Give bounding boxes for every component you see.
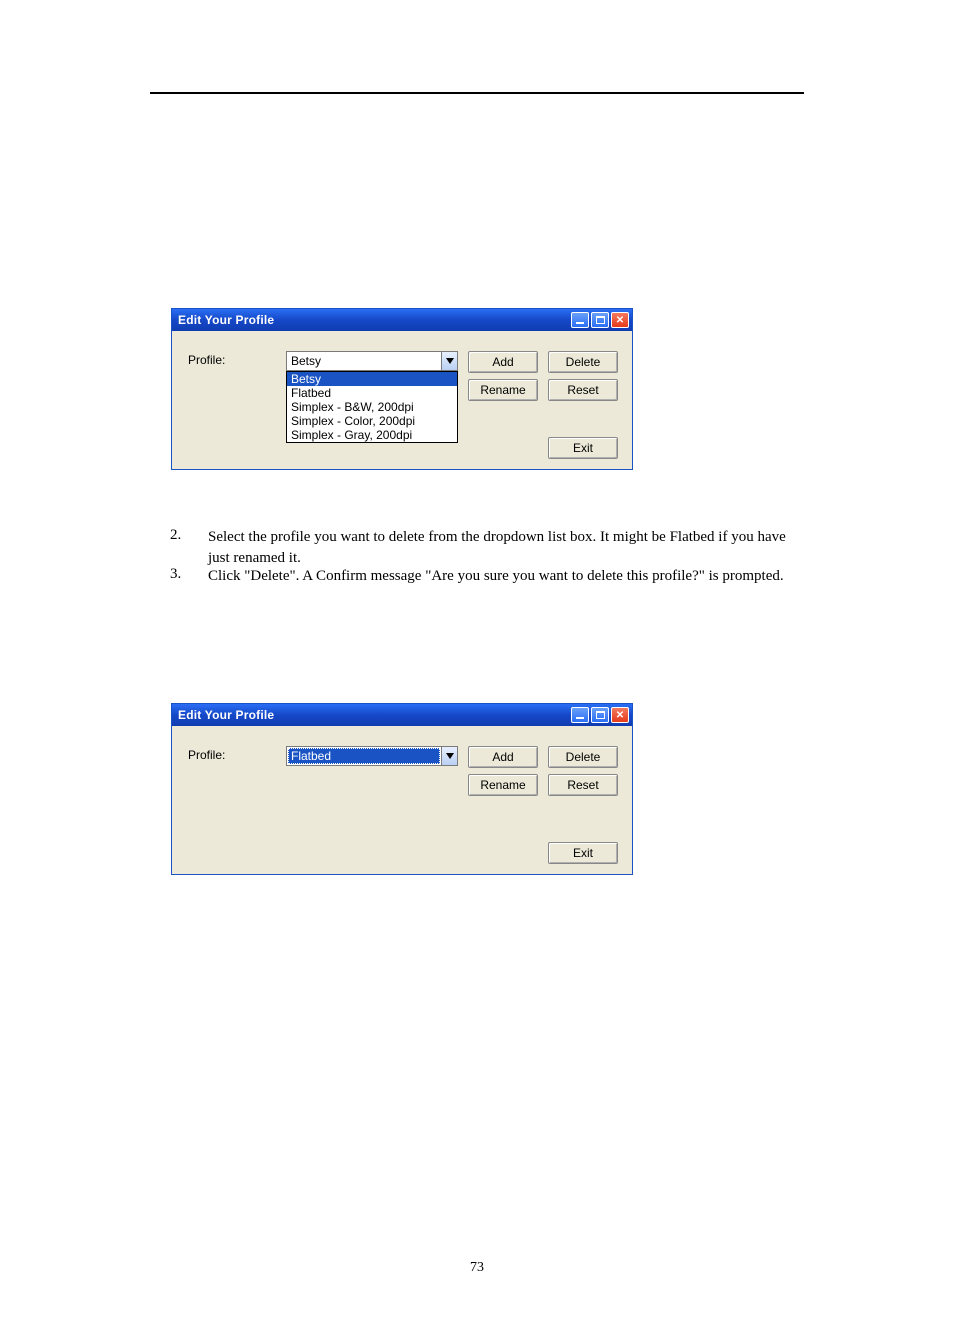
add-button[interactable]: Add	[468, 351, 538, 373]
dialog-title: Edit Your Profile	[178, 708, 274, 722]
reset-button[interactable]: Reset	[548, 774, 618, 796]
profile-label: Profile:	[188, 353, 225, 367]
step-3-number: 3.	[170, 566, 181, 583]
maximize-icon[interactable]	[591, 312, 609, 328]
rename-button[interactable]: Rename	[468, 379, 538, 401]
dropdown-item[interactable]: Simplex - Gray, 200dpi	[287, 428, 457, 442]
chevron-down-icon[interactable]	[441, 747, 457, 765]
dropdown-item[interactable]: Simplex - B&W, 200dpi	[287, 400, 457, 414]
titlebar[interactable]: Edit Your Profile ✕	[172, 704, 632, 726]
profile-combobox[interactable]: Betsy	[286, 351, 458, 371]
maximize-icon[interactable]	[591, 707, 609, 723]
close-icon[interactable]: ✕	[611, 312, 629, 328]
dialog-title: Edit Your Profile	[178, 313, 274, 327]
edit-profile-dialog-2: Edit Your Profile ✕ Profile: Flatbed Add…	[171, 703, 633, 875]
combobox-value: Flatbed	[288, 748, 440, 764]
combobox-value: Betsy	[287, 354, 441, 368]
rename-button[interactable]: Rename	[468, 774, 538, 796]
add-button[interactable]: Add	[468, 746, 538, 768]
dropdown-item[interactable]: Flatbed	[287, 386, 457, 400]
dropdown-item[interactable]: Simplex - Color, 200dpi	[287, 414, 457, 428]
step-2-number: 2.	[170, 527, 181, 544]
minimize-icon[interactable]	[571, 312, 589, 328]
window-controls: ✕	[571, 707, 629, 723]
window-controls: ✕	[571, 312, 629, 328]
close-icon[interactable]: ✕	[611, 707, 629, 723]
delete-button[interactable]: Delete	[548, 351, 618, 373]
reset-button[interactable]: Reset	[548, 379, 618, 401]
profile-dropdown-list[interactable]: Betsy Flatbed Simplex - B&W, 200dpi Simp…	[286, 371, 458, 443]
profile-combobox[interactable]: Flatbed	[286, 746, 458, 766]
delete-button[interactable]: Delete	[548, 746, 618, 768]
profile-label: Profile:	[188, 748, 225, 762]
minimize-icon[interactable]	[571, 707, 589, 723]
chevron-down-icon[interactable]	[441, 352, 457, 370]
step-3-text: Click "Delete". A Confirm message "Are y…	[208, 566, 808, 587]
edit-profile-dialog-1: Edit Your Profile ✕ Profile: Betsy Betsy…	[171, 308, 633, 470]
dropdown-item[interactable]: Betsy	[287, 372, 457, 386]
header-rule	[150, 92, 804, 94]
exit-button[interactable]: Exit	[548, 842, 618, 864]
titlebar[interactable]: Edit Your Profile ✕	[172, 309, 632, 331]
page-number: 73	[0, 1260, 954, 1276]
step-2-text: Select the profile you want to delete fr…	[208, 527, 808, 569]
exit-button[interactable]: Exit	[548, 437, 618, 459]
